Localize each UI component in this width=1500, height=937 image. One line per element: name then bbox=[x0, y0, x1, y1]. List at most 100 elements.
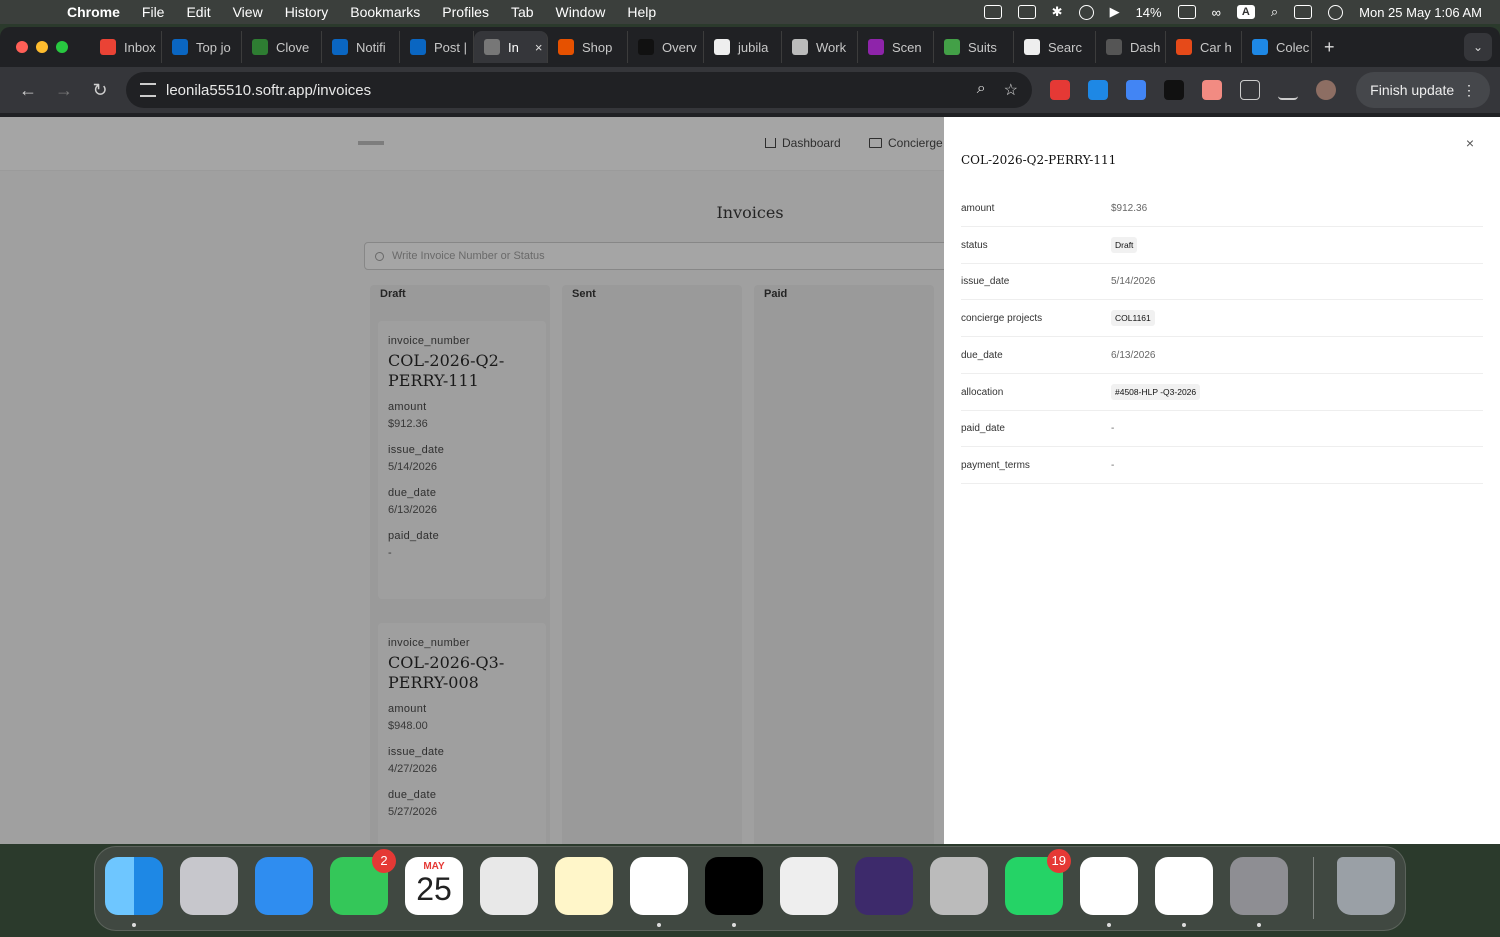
extensions-row bbox=[1050, 67, 1336, 113]
extensions-puzzle-icon[interactable] bbox=[1240, 80, 1260, 100]
messages-icon[interactable]: 2 bbox=[330, 849, 396, 915]
control-center-icon[interactable] bbox=[1294, 5, 1313, 19]
browser-tab[interactable]: Notifi bbox=[322, 31, 400, 63]
extension-x-icon[interactable] bbox=[1164, 80, 1184, 100]
iphone-mirroring-icon[interactable] bbox=[930, 857, 988, 915]
whatsapp-icon[interactable]: 19 bbox=[1005, 849, 1071, 915]
browser-tab[interactable]: Work bbox=[782, 31, 858, 63]
site-info-icon[interactable] bbox=[140, 83, 156, 97]
close-window-button[interactable] bbox=[16, 41, 28, 53]
tab-favicon-icon bbox=[1024, 39, 1040, 55]
link-icon[interactable]: ∞ bbox=[1212, 5, 1221, 20]
window-controls bbox=[16, 41, 68, 53]
tab-label: Top jo bbox=[196, 39, 231, 55]
menu-history[interactable]: History bbox=[274, 4, 340, 20]
menu-view[interactable]: View bbox=[222, 4, 274, 20]
notes-icon[interactable] bbox=[555, 857, 613, 915]
menu-edit[interactable]: Edit bbox=[175, 4, 221, 20]
spotlight-search-icon[interactable]: ⌕ bbox=[1271, 4, 1278, 20]
modal-backdrop[interactable] bbox=[0, 117, 944, 844]
browser-tab[interactable]: Car h bbox=[1166, 31, 1242, 63]
extension-card-icon[interactable] bbox=[1202, 80, 1222, 100]
profile-avatar[interactable] bbox=[1316, 80, 1336, 100]
mail-icon[interactable] bbox=[255, 857, 313, 915]
menu-profiles[interactable]: Profiles bbox=[431, 4, 500, 20]
google-translate-icon[interactable] bbox=[1126, 80, 1146, 100]
detail-value: Draft bbox=[1111, 227, 1138, 264]
detail-row: concierge projects COL1161 bbox=[961, 300, 1483, 338]
menu-help[interactable]: Help bbox=[616, 4, 667, 20]
chrome-icon[interactable] bbox=[630, 857, 688, 927]
close-tab-icon[interactable]: × bbox=[535, 40, 543, 55]
reload-button[interactable]: ↻ bbox=[82, 72, 118, 108]
tab-label: Work bbox=[816, 39, 847, 55]
tab-favicon-icon bbox=[714, 39, 730, 55]
battery-icon[interactable] bbox=[1177, 5, 1196, 19]
extension-plus-icon[interactable] bbox=[1088, 80, 1108, 100]
browser-tab[interactable]: Clove bbox=[242, 31, 322, 63]
tab-label: Shop bbox=[582, 39, 613, 55]
windows-app-status-icon[interactable] bbox=[983, 5, 1002, 19]
extension-tp-icon[interactable] bbox=[1050, 80, 1070, 100]
bluetooth-icon[interactable]: ✱ bbox=[1052, 4, 1063, 20]
browser-tab[interactable]: Dash bbox=[1096, 31, 1166, 63]
macos-menu-bar: Chrome File Edit View History Bookmarks … bbox=[0, 0, 1500, 24]
address-bar[interactable]: leonila55510.softr.app/invoices ⌕ ☆ bbox=[126, 72, 1032, 108]
menu-app-name[interactable]: Chrome bbox=[56, 4, 131, 20]
menu-bookmarks[interactable]: Bookmarks bbox=[339, 4, 431, 20]
firefox-icon[interactable] bbox=[855, 857, 913, 915]
bookmark-star-icon[interactable]: ☆ bbox=[1004, 80, 1018, 100]
zoom-icon[interactable]: ⌕ bbox=[977, 80, 986, 100]
finder-icon[interactable] bbox=[105, 857, 163, 927]
browser-tab[interactable]: Top jo bbox=[162, 31, 242, 63]
accessibility-icon[interactable] bbox=[1078, 4, 1094, 20]
browser-tab[interactable]: Searc bbox=[1014, 31, 1096, 63]
trash-icon[interactable] bbox=[1337, 857, 1395, 915]
browser-tab[interactable]: Overv bbox=[628, 31, 704, 63]
menu-window[interactable]: Window bbox=[545, 4, 617, 20]
calculator-icon[interactable] bbox=[780, 857, 838, 915]
system-settings-icon[interactable] bbox=[1230, 857, 1288, 927]
finish-update-button[interactable]: Finish update ⋮ bbox=[1356, 72, 1490, 108]
detail-value: 6/13/2026 bbox=[1111, 349, 1156, 361]
detail-key: concierge projects bbox=[961, 313, 1043, 325]
running-indicator bbox=[657, 923, 661, 927]
windows-app-icon[interactable] bbox=[1155, 857, 1213, 927]
minimize-window-button[interactable] bbox=[36, 41, 48, 53]
browser-tab[interactable]: Colec bbox=[1242, 31, 1312, 63]
slack-icon[interactable] bbox=[1080, 857, 1138, 927]
menu-file[interactable]: File bbox=[131, 4, 176, 20]
tab-label: In bbox=[508, 39, 519, 55]
back-button[interactable]: ← bbox=[10, 72, 46, 108]
launchpad-icon[interactable] bbox=[180, 857, 238, 915]
browser-tab[interactable]: In × bbox=[474, 31, 548, 63]
tab-label: Scen bbox=[892, 39, 922, 55]
spotify-icon[interactable] bbox=[705, 857, 763, 927]
menu-tab[interactable]: Tab bbox=[500, 4, 545, 20]
browser-tab[interactable]: jubila bbox=[704, 31, 782, 63]
play-icon[interactable]: ▶ bbox=[1110, 4, 1120, 20]
browser-tab[interactable]: Suits bbox=[934, 31, 1014, 63]
browser-tab[interactable]: Inbox bbox=[90, 31, 162, 63]
browser-tab[interactable]: Scen bbox=[858, 31, 934, 63]
url-text[interactable]: leonila55510.softr.app/invoices bbox=[166, 82, 371, 99]
chrome-window: Inbox Top jo Clove Notifi Post | In × Shop Overv… bbox=[0, 27, 1500, 844]
close-icon[interactable]: × bbox=[1466, 135, 1474, 151]
display-icon[interactable] bbox=[1017, 5, 1036, 19]
browser-tab[interactable]: Shop bbox=[548, 31, 628, 63]
siri-icon[interactable] bbox=[1328, 4, 1344, 20]
detail-value-tag: #4508-HLP -Q3-2026 bbox=[1111, 383, 1201, 400]
input-source-icon[interactable]: A bbox=[1236, 5, 1255, 19]
new-tab-button[interactable]: + bbox=[1312, 37, 1347, 58]
forward-button[interactable]: → bbox=[46, 72, 82, 108]
browser-tab[interactable]: Post | bbox=[400, 31, 474, 63]
clock[interactable]: Mon 25 May 1:06 AM bbox=[1359, 5, 1482, 20]
maps-icon[interactable] bbox=[480, 857, 538, 915]
downloads-icon[interactable] bbox=[1278, 80, 1298, 100]
calendar-icon[interactable]: MAY 25 bbox=[405, 857, 463, 915]
tab-label: Colec bbox=[1276, 39, 1310, 55]
tab-search-dropdown-icon[interactable]: ⌄ bbox=[1464, 33, 1492, 61]
whatsapp-badge: 19 bbox=[1046, 849, 1071, 873]
zoom-window-button[interactable] bbox=[56, 41, 68, 53]
battery-percent: 14% bbox=[1135, 4, 1162, 20]
